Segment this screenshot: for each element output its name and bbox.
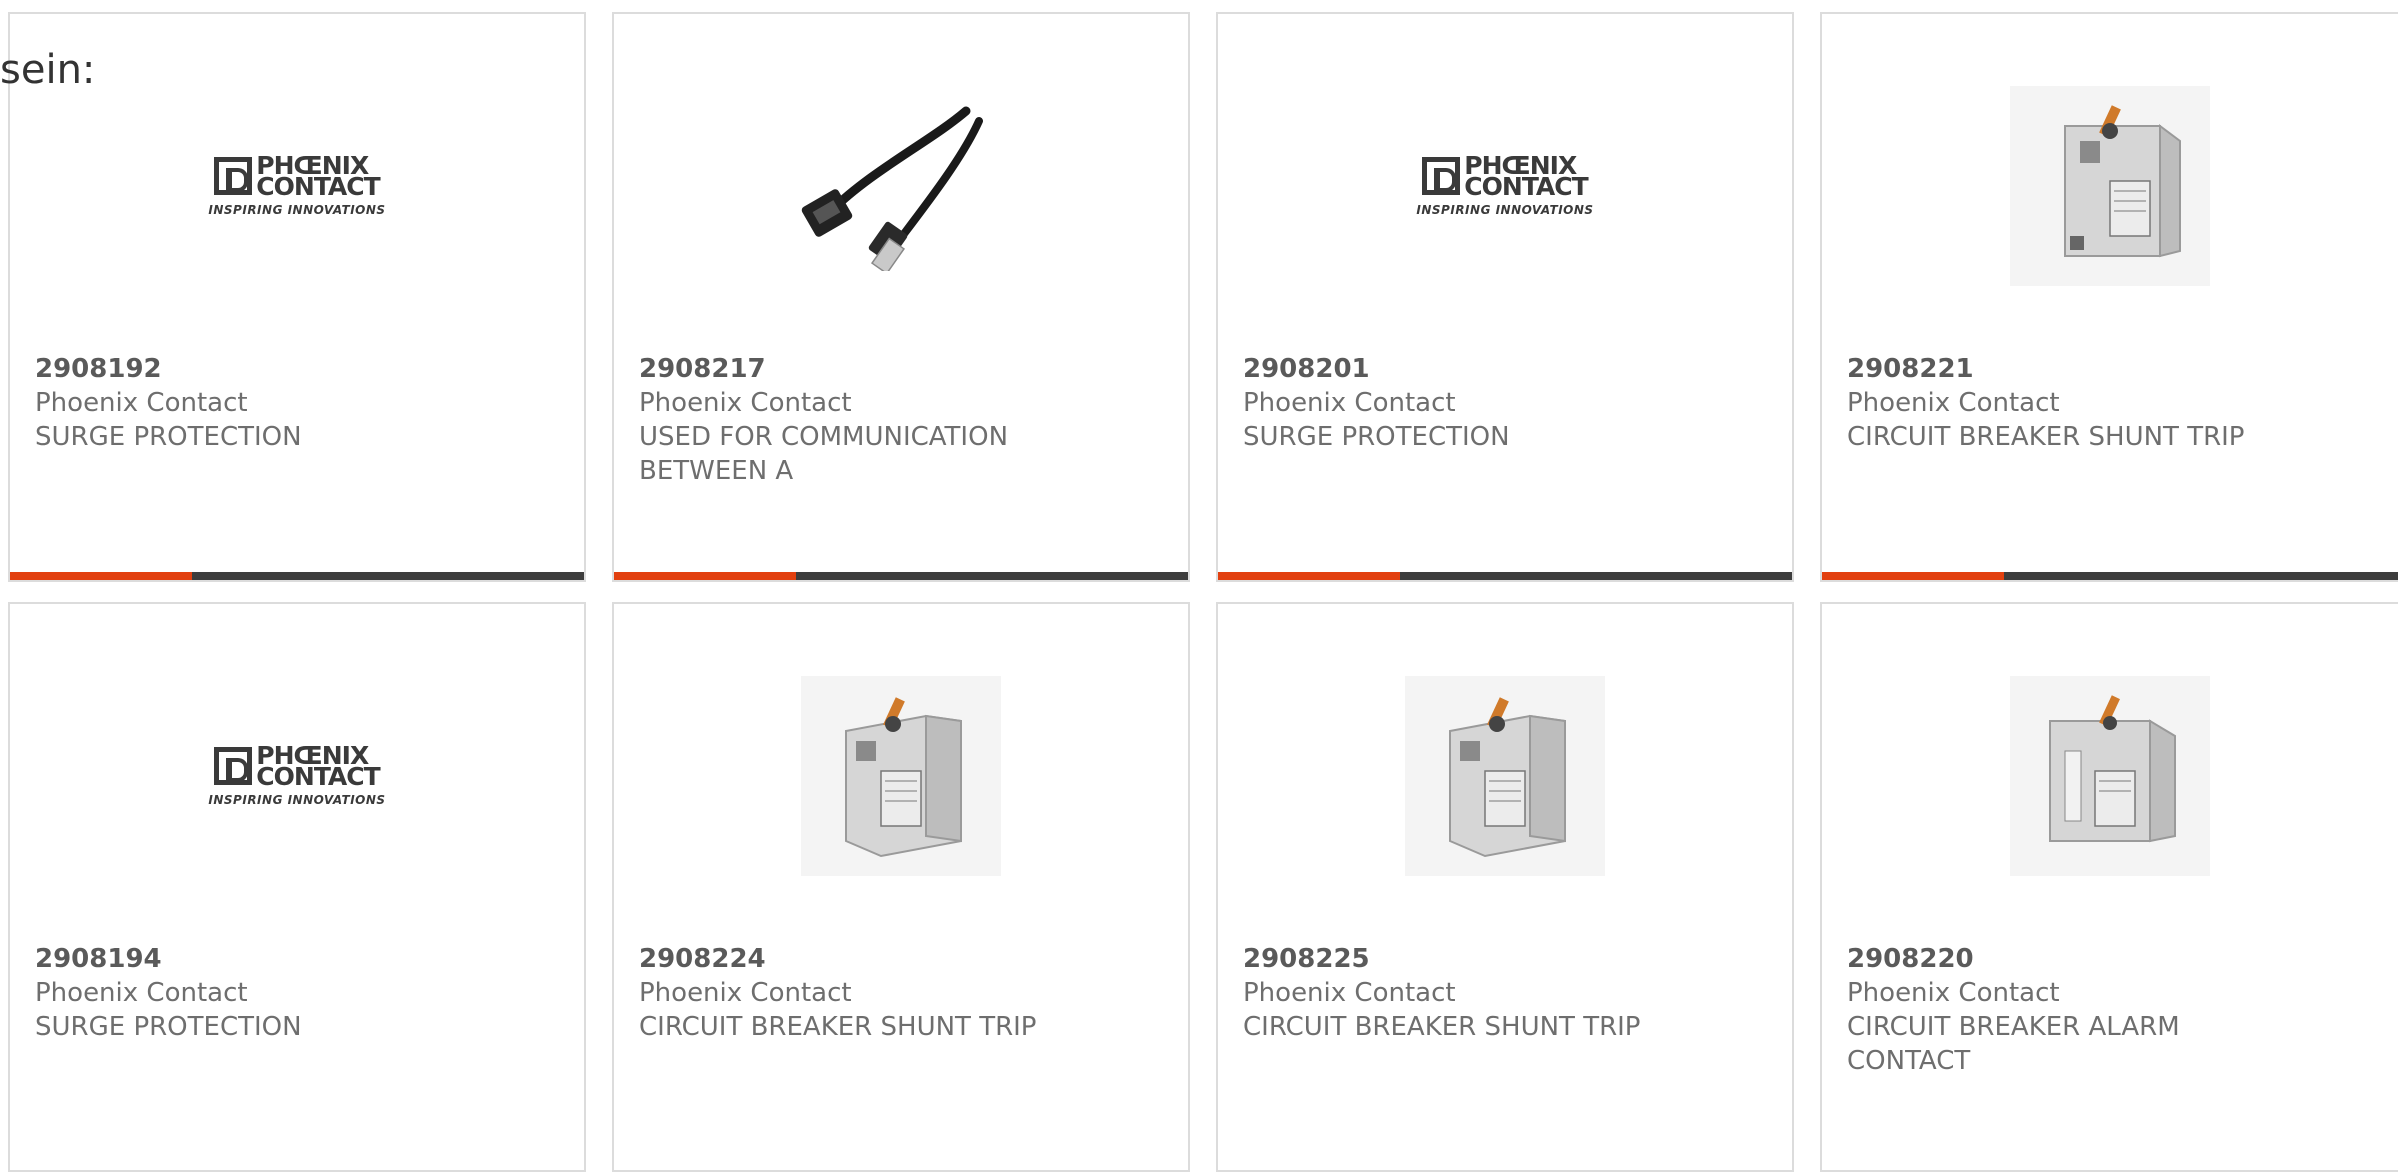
product-image[interactable]: PHŒNIX CONTACT INSPIRING INNOVATIONS xyxy=(10,666,584,886)
product-image[interactable] xyxy=(1822,76,2398,296)
product-description: CIRCUIT BREAKER SHUNT TRIP xyxy=(639,1012,1037,1042)
circuit-breaker-photo xyxy=(2010,86,2210,286)
brand-name: Phoenix Contact xyxy=(1847,388,2060,418)
phoenix-contact-logo: PHŒNIX CONTACT INSPIRING INNOVATIONS xyxy=(192,153,402,217)
brand-name: Phoenix Contact xyxy=(1847,978,2060,1008)
circuit-breaker-photo xyxy=(1405,676,1605,876)
circuit-breaker-photo xyxy=(2010,676,2210,876)
section-heading-fragment: sein: xyxy=(0,47,96,93)
product-card[interactable]: 2908224 Phoenix Contact CIRCUIT BREAKER … xyxy=(612,602,1190,1172)
product-image[interactable]: PHŒNIX CONTACT INSPIRING INNOVATIONS xyxy=(1218,76,1792,296)
part-number[interactable]: 2908192 xyxy=(35,352,544,386)
card-accent-bar xyxy=(1822,572,2004,580)
phoenix-contact-logo: PHŒNIX CONTACT INSPIRING INNOVATIONS xyxy=(1400,153,1610,217)
brand-name: Phoenix Contact xyxy=(639,978,852,1008)
product-description: SURGE PROTECTION xyxy=(1243,422,1510,452)
product-card[interactable]: PHŒNIX CONTACT INSPIRING INNOVATIONS 290… xyxy=(8,12,586,582)
product-grid: PHŒNIX CONTACT INSPIRING INNOVATIONS 290… xyxy=(0,0,2400,1172)
part-number[interactable]: 2908194 xyxy=(35,942,544,976)
brand-name: Phoenix Contact xyxy=(1243,978,1456,1008)
card-accent-bar xyxy=(614,572,796,580)
phoenix-contact-mark-icon xyxy=(214,157,253,195)
circuit-breaker-photo xyxy=(801,676,1001,876)
product-description: SURGE PROTECTION xyxy=(35,1012,302,1042)
product-card[interactable]: PHŒNIX CONTACT INSPIRING INNOVATIONS 290… xyxy=(8,602,586,1172)
part-number[interactable]: 2908217 xyxy=(639,352,1148,386)
phoenix-contact-mark-icon xyxy=(214,747,253,785)
product-card[interactable]: 2908217 Phoenix Contact USED FOR COMMUNI… xyxy=(612,12,1190,582)
card-bottom-bar xyxy=(1218,572,1792,580)
product-description: USED FOR COMMUNICATION BETWEEN A xyxy=(639,422,1009,486)
card-accent-bar xyxy=(1218,572,1400,580)
brand-name: Phoenix Contact xyxy=(1243,388,1456,418)
product-description: SURGE PROTECTION xyxy=(35,422,302,452)
logo-line2: CONTACT xyxy=(256,762,380,791)
product-card[interactable]: 2908220 Phoenix Contact CIRCUIT BREAKER … xyxy=(1820,602,2398,1172)
brand-name: Phoenix Contact xyxy=(35,388,248,418)
card-bottom-bar xyxy=(1822,572,2398,580)
part-number[interactable]: 2908221 xyxy=(1847,352,2358,386)
card-bottom-bar xyxy=(10,572,584,580)
brand-name: Phoenix Contact xyxy=(639,388,852,418)
product-description: CIRCUIT BREAKER SHUNT TRIP xyxy=(1243,1012,1641,1042)
logo-line2: CONTACT xyxy=(1464,172,1588,201)
logo-tagline: INSPIRING INNOVATIONS xyxy=(1416,203,1594,217)
part-number[interactable]: 2908220 xyxy=(1847,942,2358,976)
logo-tagline: INSPIRING INNOVATIONS xyxy=(208,203,386,217)
product-description: CIRCUIT BREAKER SHUNT TRIP xyxy=(1847,422,2245,452)
product-image[interactable] xyxy=(1218,666,1792,886)
product-card[interactable]: 2908225 Phoenix Contact CIRCUIT BREAKER … xyxy=(1216,602,1794,1172)
product-image[interactable] xyxy=(1822,666,2398,886)
product-card[interactable]: 2908221 Phoenix Contact CIRCUIT BREAKER … xyxy=(1820,12,2398,582)
logo-tagline: INSPIRING INNOVATIONS xyxy=(208,793,386,807)
phoenix-contact-mark-icon xyxy=(1422,157,1461,195)
product-image[interactable] xyxy=(614,666,1188,886)
part-number[interactable]: 2908225 xyxy=(1243,942,1752,976)
product-card[interactable]: PHŒNIX CONTACT INSPIRING INNOVATIONS 290… xyxy=(1216,12,1794,582)
part-number[interactable]: 2908224 xyxy=(639,942,1148,976)
logo-line2: CONTACT xyxy=(256,172,380,201)
brand-name: Phoenix Contact xyxy=(35,978,248,1008)
usb-cable-photo xyxy=(801,106,983,271)
card-bottom-bar xyxy=(614,572,1188,580)
phoenix-contact-logo: PHŒNIX CONTACT INSPIRING INNOVATIONS xyxy=(192,743,402,807)
card-accent-bar xyxy=(10,572,192,580)
product-image[interactable]: PHŒNIX CONTACT INSPIRING INNOVATIONS xyxy=(10,76,584,296)
part-number[interactable]: 2908201 xyxy=(1243,352,1752,386)
product-image[interactable] xyxy=(614,76,1188,296)
product-description: CIRCUIT BREAKER ALARM CONTACT xyxy=(1847,1012,2180,1076)
